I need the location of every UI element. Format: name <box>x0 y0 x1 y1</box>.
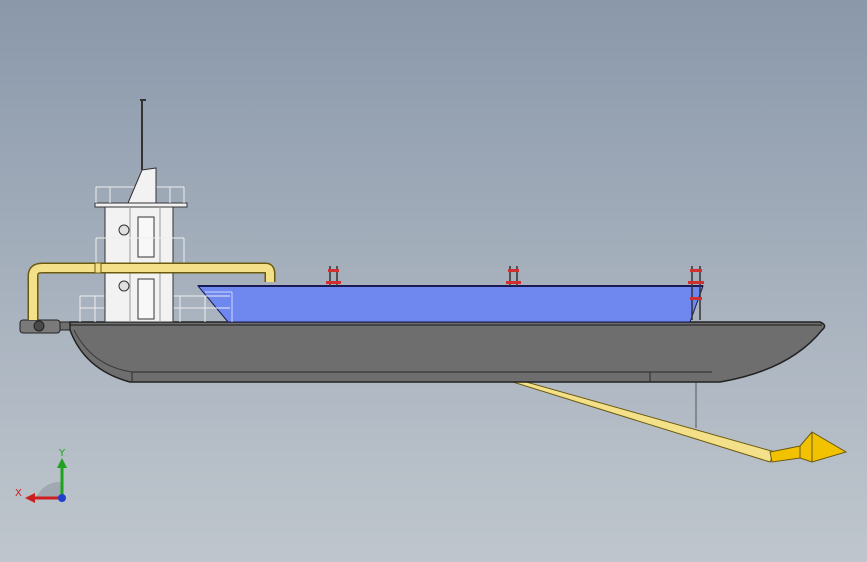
hull[interactable] <box>69 321 826 383</box>
stern-spud-carriage[interactable] <box>19 319 73 334</box>
hold-post <box>506 266 521 286</box>
y-axis-label: Y <box>58 448 66 459</box>
door[interactable] <box>137 216 155 258</box>
cutter-head[interactable] <box>769 431 848 463</box>
cargo-hold-body[interactable] <box>196 285 704 323</box>
cad-graphics-viewport[interactable]: Y X <box>0 0 867 562</box>
suction-ladder-pipe[interactable] <box>499 377 776 463</box>
suction-ladder[interactable] <box>499 377 848 463</box>
dredger-barge-model[interactable]: Y X <box>0 0 867 562</box>
coordinate-triad: Y X <box>15 448 67 503</box>
mast-house[interactable] <box>127 167 157 204</box>
hull-body[interactable] <box>69 321 826 383</box>
porthole <box>118 280 130 292</box>
deckhouse[interactable] <box>94 99 188 323</box>
porthole <box>118 224 130 236</box>
hold-post <box>326 266 341 286</box>
z-axis-dot <box>58 494 66 502</box>
cargo-hold[interactable] <box>196 285 704 323</box>
x-axis-label: X <box>15 488 22 499</box>
door[interactable] <box>137 278 155 320</box>
